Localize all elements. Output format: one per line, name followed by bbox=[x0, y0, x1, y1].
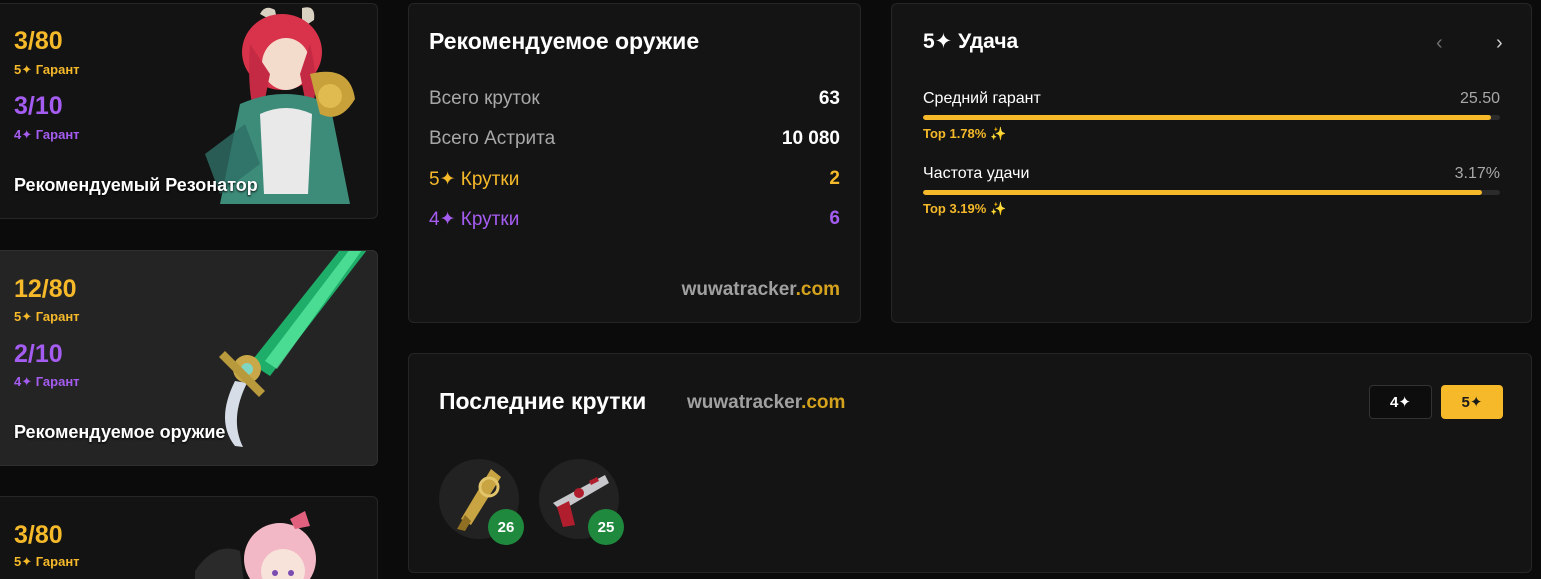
metric-value: 3.17% bbox=[1454, 165, 1500, 182]
total-pulls-row: Всего круток 63 bbox=[429, 88, 840, 110]
pull-count-badge: 26 bbox=[488, 509, 524, 545]
pull-count-badge: 25 bbox=[588, 509, 624, 545]
recent-pull-item[interactable]: 25 bbox=[539, 459, 624, 545]
pity-5-star-label: 5✦ Гарант bbox=[14, 309, 80, 324]
metric-bar-fill bbox=[923, 115, 1492, 120]
card-title: Рекомендуемое оружие bbox=[429, 28, 700, 54]
watermark-tld: .com bbox=[795, 279, 840, 300]
stat-label: 5✦ Крутки bbox=[429, 169, 520, 190]
weapon-stats-card: Рекомендуемое оружие Всего круток 63 Все… bbox=[408, 3, 861, 323]
banner-featured-resonator[interactable]: 3/80 5✦ Гарант 3/10 4✦ Гарант Рекомендуе… bbox=[0, 3, 378, 219]
filter-5-star-button[interactable]: 5✦ bbox=[1441, 385, 1503, 419]
pity-4-star-label: 4✦ Гарант bbox=[14, 374, 80, 389]
pity-5-star-label: 5✦ Гарант bbox=[14, 554, 80, 569]
banner-standard[interactable]: 3/80 5✦ Гарант bbox=[0, 496, 378, 579]
recent-pull-item[interactable]: 26 bbox=[439, 459, 524, 545]
pity-5-star: 12/80 bbox=[14, 275, 77, 303]
card-title: 5✦ Удача bbox=[923, 30, 1019, 53]
pity-4-star-label: 4✦ Гарант bbox=[14, 127, 80, 142]
stat-value: 63 bbox=[818, 88, 840, 109]
metric-bar bbox=[923, 115, 1500, 120]
watermark: wuwatracker.com bbox=[687, 392, 845, 414]
banner-title: Рекомендуемое оружие bbox=[14, 422, 226, 442]
luck-rate-metric: Частота удачи 3.17% Top 3.19% ✨ bbox=[923, 165, 1500, 217]
chevron-right-icon[interactable]: › bbox=[1496, 32, 1503, 55]
metric-value: 25.50 bbox=[1459, 90, 1500, 107]
recent-pulls-card: Последние крутки wuwatracker.com 4✦ 5✦ 2… bbox=[408, 353, 1532, 573]
four-star-pulls-row: 4✦ Крутки 6 bbox=[429, 208, 840, 231]
watermark-main: wuwatracker bbox=[681, 279, 796, 300]
stat-value: 10 080 bbox=[781, 128, 840, 149]
card-title: Последние крутки bbox=[439, 388, 647, 414]
stat-label: 4✦ Крутки bbox=[429, 209, 520, 230]
pity-4-star: 2/10 bbox=[14, 340, 63, 368]
metric-bar-fill bbox=[923, 190, 1483, 195]
luck-card: 5✦ Удача ‹ › Средний гарант 25.50 Top 1.… bbox=[891, 3, 1532, 323]
chevron-left-icon[interactable]: ‹ bbox=[1436, 32, 1443, 55]
watermark: wuwatracker.com bbox=[682, 279, 840, 301]
five-star-pulls-row: 5✦ Крутки 2 bbox=[429, 168, 840, 191]
metric-name: Средний гарант bbox=[923, 90, 1041, 107]
watermark-tld: .com bbox=[801, 392, 846, 413]
metric-name: Частота удачи bbox=[923, 165, 1030, 182]
filter-4-star-button[interactable]: 4✦ bbox=[1369, 385, 1432, 419]
stat-value: 2 bbox=[829, 168, 840, 189]
pity-5-star: 3/80 bbox=[14, 27, 63, 55]
banner-featured-weapon[interactable]: 12/80 5✦ Гарант 2/10 4✦ Гарант Рекоменду… bbox=[0, 250, 378, 466]
metric-rank: Top 1.78% ✨ bbox=[923, 126, 1007, 141]
watermark-main: wuwatracker bbox=[687, 392, 802, 413]
pity-4-star: 3/10 bbox=[14, 92, 63, 120]
metric-rank: Top 3.19% ✨ bbox=[923, 201, 1007, 216]
stat-value: 6 bbox=[829, 208, 840, 229]
stat-label: Всего круток bbox=[429, 88, 540, 109]
total-astrite-row: Всего Астрита 10 080 bbox=[429, 128, 840, 150]
stat-label: Всего Астрита bbox=[429, 128, 556, 149]
average-pity-metric: Средний гарант 25.50 Top 1.78% ✨ bbox=[923, 90, 1500, 142]
metric-bar bbox=[923, 190, 1500, 195]
pity-5-star-label: 5✦ Гарант bbox=[14, 62, 80, 77]
banner-title: Рекомендуемый Резонатор bbox=[14, 175, 258, 195]
pity-5-star: 3/80 bbox=[14, 521, 63, 549]
standard-character-art bbox=[195, 511, 316, 579]
